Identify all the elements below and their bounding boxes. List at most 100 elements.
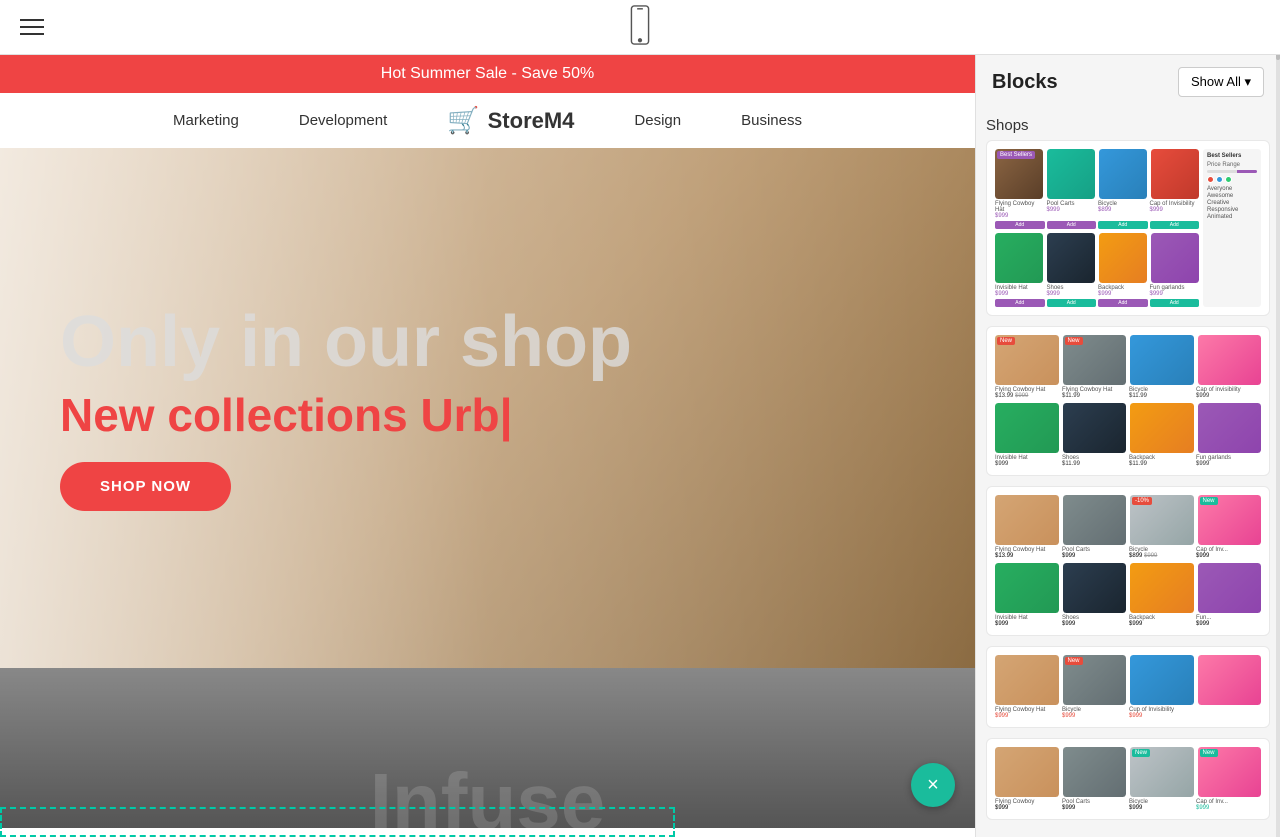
canvas-area: Hot Summer Sale - Save 50% Marketing Dev… [0,55,975,837]
right-panel: Blocks Show All ▾ Shops Best Sellers [975,55,1280,837]
nav-item-development[interactable]: Development [299,112,387,129]
mini-shop-item [1063,495,1127,545]
block-card-4-inner: New Flying Cowboy Hat$999 Bicycle$999 Cu… [987,647,1269,727]
nav-item-design[interactable]: Design [634,112,681,129]
mini-add-cart-btn[interactable]: Add [1150,221,1200,229]
badge: Best Sellers [997,151,1035,159]
mini-add-cart-btn[interactable]: Add [1150,299,1200,307]
mini-shop-item: New [1063,335,1127,385]
mini-add-cart-btn[interactable]: Add [1098,299,1148,307]
nav-item-marketing[interactable]: Marketing [173,112,239,129]
mini-shop-item [1151,149,1199,199]
mini-shop-item [1130,563,1194,613]
badge: New [1132,749,1150,757]
badge: New [1200,749,1218,757]
mini-shop-item: New [1130,747,1194,797]
show-all-button[interactable]: Show All ▾ [1178,67,1264,97]
mini-shop-item [1151,233,1199,283]
mini-shop-grid-2b [995,403,1261,453]
mini-shop-grid-2: New New [995,335,1261,385]
announcement-text: Hot Summer Sale - Save 50% [381,65,594,82]
scroll-indicator [1276,55,1280,837]
block-card-3[interactable]: -10% New Flying Cowboy Hat$13.99 Pool Ca… [986,486,1270,636]
panel-title: Blocks [992,71,1058,94]
mini-shop-item [1130,335,1194,385]
mini-shop-item [995,563,1059,613]
close-button[interactable]: × [911,763,955,807]
mini-shop-item [1198,403,1262,453]
selection-indicator [0,807,675,837]
hero-content: Only in our shop New collections Urb| SH… [0,266,692,551]
mini-shop-item: New [1198,747,1262,797]
block-card-2[interactable]: New New Flying Cowboy Hat$13.99 $999 Fly… [986,326,1270,476]
mini-shop-item: New [1198,495,1262,545]
nav-item-business[interactable]: Business [741,112,802,129]
mini-shop-grid-5: New New [995,747,1261,797]
mini-shop-item [1198,655,1262,705]
hero-main-title: Only in our shop [60,306,632,378]
scroll-thumb [1276,55,1280,60]
block-card-4[interactable]: New Flying Cowboy Hat$999 Bicycle$999 Cu… [986,646,1270,728]
hero-subtitle-highlight: Urb [420,389,499,441]
badge: New [1065,657,1083,665]
mini-shop-grid-4: New [995,655,1261,705]
mini-shop-grid-1: Best Sellers [995,149,1199,199]
top-bar [0,0,1280,55]
mini-add-cart-btn[interactable]: Add [995,299,1045,307]
mini-shop-item: Best Sellers [995,149,1043,199]
mini-shop-item: New [1063,655,1127,705]
mini-shop-item [1047,149,1095,199]
hero-section: Only in our shop New collections Urb| SH… [0,148,975,668]
mini-shop-item [1063,563,1127,613]
mini-shop-item: -10% [1130,495,1194,545]
mini-add-cart-btn[interactable]: Add [1047,221,1097,229]
mini-add-cart-btn[interactable]: Add [995,221,1045,229]
hero-subtitle-prefix: New collections [60,389,420,441]
block-card-3-inner: -10% New Flying Cowboy Hat$13.99 Pool Ca… [987,487,1269,635]
badge: -10% [1132,497,1152,505]
block-card-5-inner: New New Flying Cowboy$999 Pool Carts$999… [987,739,1269,819]
section-shops-label: Shops [986,109,1270,140]
hero-subtitle: New collections Urb| [60,388,632,442]
mini-shop-item [995,747,1059,797]
mini-shop-item [995,495,1059,545]
block-card-1[interactable]: Best Sellers [986,140,1270,316]
shop-now-button[interactable]: SHOP NOW [60,462,231,511]
block-card-1-inner: Best Sellers [987,141,1269,315]
mini-shop-item: New [995,335,1059,385]
phone-device-icon [628,5,652,50]
mini-add-cart-btn[interactable]: Add [1098,221,1148,229]
mini-shop-item [1099,233,1147,283]
mini-shop-item [995,655,1059,705]
mini-shop-item [1063,403,1127,453]
logo-cart-icon: 🛒 [447,105,479,136]
badge: New [997,337,1015,345]
logo-text: StoreM4 [488,108,575,134]
nav-bar: Marketing Development 🛒 StoreM4 Design B… [0,93,975,148]
block-card-2-inner: New New Flying Cowboy Hat$13.99 $999 Fly… [987,327,1269,475]
mini-shop-grid-3b [995,563,1261,613]
bottom-section: Infuse [0,668,975,828]
mini-shop-item [1130,403,1194,453]
badge: New [1200,497,1218,505]
mini-shop-item [995,233,1043,283]
mini-shop-grid-3: -10% New [995,495,1261,545]
panel-content[interactable]: Shops Best Sellers [976,109,1280,837]
mini-shop-item [1047,233,1095,283]
mini-shop-item [1063,747,1127,797]
block-card-5[interactable]: New New Flying Cowboy$999 Pool Carts$999… [986,738,1270,820]
main-area: Hot Summer Sale - Save 50% Marketing Dev… [0,55,1280,837]
mini-add-cart-btn[interactable]: Add [1047,299,1097,307]
hamburger-menu[interactable] [20,19,44,35]
mini-shop-grid-1b [995,233,1199,283]
mini-shop-item [1130,655,1194,705]
nav-logo: 🛒 StoreM4 [447,105,574,136]
announcement-bar: Hot Summer Sale - Save 50% [0,55,975,93]
mini-shop-item [1198,563,1262,613]
badge: New [1065,337,1083,345]
panel-header: Blocks Show All ▾ [976,55,1280,109]
hero-cursor: | [500,389,513,441]
mini-shop-item [995,403,1059,453]
mini-shop-item [1099,149,1147,199]
mini-shop-item [1198,335,1262,385]
